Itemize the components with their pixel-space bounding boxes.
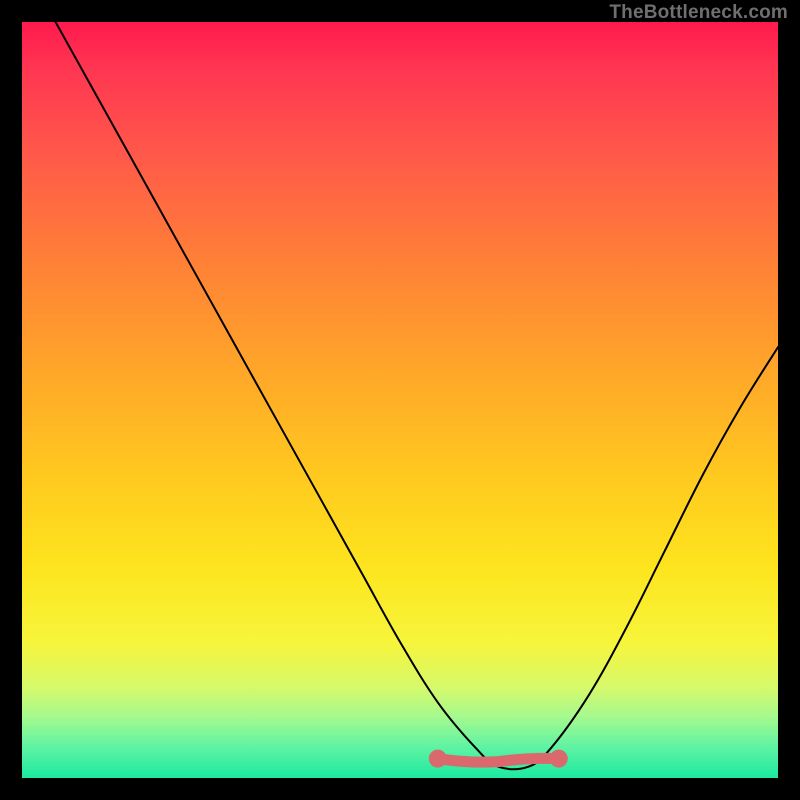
plot-area xyxy=(22,22,778,778)
bottleneck-curve xyxy=(22,22,778,769)
optimal-range-start-dot xyxy=(429,750,447,768)
chart-frame: TheBottleneck.com xyxy=(0,0,800,800)
watermark-text: TheBottleneck.com xyxy=(609,2,788,24)
optimal-range-end-dot xyxy=(550,750,568,768)
curve-layer xyxy=(22,22,778,778)
optimal-range-highlight xyxy=(438,758,559,762)
